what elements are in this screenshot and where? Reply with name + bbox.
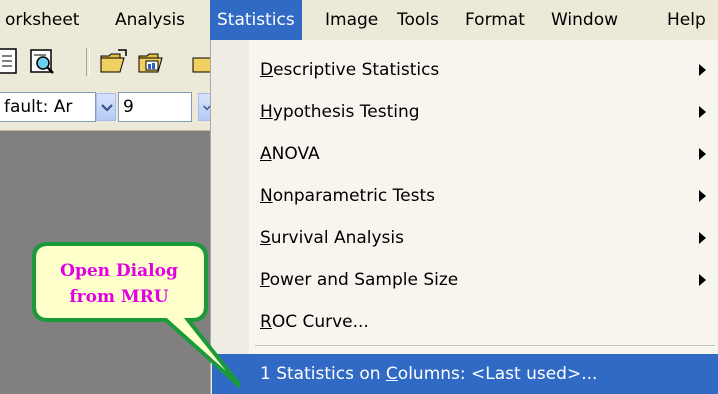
statistics-menu: Descriptive Statistics Hypothesis Testin… [210, 40, 718, 394]
menu-item-survival-analysis[interactable]: Survival Analysis [212, 218, 718, 258]
menu-separator [255, 345, 715, 347]
submenu-arrow-icon [699, 106, 706, 118]
callout-line-1: Open Dialog [60, 261, 178, 281]
menu-item-anova[interactable]: ANOVA [212, 134, 718, 174]
menu-tools[interactable]: Tools [390, 0, 446, 40]
menu-statistics[interactable]: Statistics [210, 0, 302, 40]
open-folder-icon[interactable] [98, 46, 130, 78]
callout-line-2: from MRU [69, 287, 169, 307]
menu-item-roc-curve[interactable]: ROC Curve... [212, 302, 718, 342]
submenu-arrow-icon [699, 190, 706, 202]
submenu-arrow-icon [699, 148, 706, 160]
standard-toolbar [0, 40, 217, 84]
chevron-down-icon[interactable] [96, 93, 116, 121]
font-size-combo[interactable]: 9 [118, 92, 192, 122]
callout-text: Open Dialog from MRU [40, 258, 198, 310]
menu-item-nonparametric-tests[interactable]: Nonparametric Tests [212, 176, 718, 216]
menu-help[interactable]: Help [660, 0, 713, 40]
toolbar-separator [86, 48, 90, 76]
page-icon[interactable] [0, 46, 22, 78]
submenu-arrow-icon [699, 232, 706, 244]
menu-analysis[interactable]: Analysis [108, 0, 192, 40]
menu-image[interactable]: Image [318, 0, 385, 40]
submenu-arrow-icon [699, 274, 706, 286]
menu-item-descriptive-statistics[interactable]: Descriptive Statistics [212, 50, 718, 90]
menu-item-power-sample-size[interactable]: Power and Sample Size [212, 260, 718, 300]
menu-bar: orksheet Analysis Statistics Image Tools… [0, 0, 718, 41]
submenu-arrow-icon [699, 64, 706, 76]
menu-format[interactable]: Format [458, 0, 532, 40]
font-name-combo[interactable]: fault: Ar [0, 92, 96, 122]
menu-item-mru-statistics-on-columns[interactable]: 1 Statistics on Columns: <Last used>... [212, 354, 718, 394]
menu-window[interactable]: Window [544, 0, 625, 40]
format-toolbar: fault: Ar 9 [0, 84, 215, 131]
menu-item-hypothesis-testing[interactable]: Hypothesis Testing [212, 92, 718, 132]
open-template-icon[interactable] [136, 46, 168, 78]
menu-worksheet[interactable]: orksheet [0, 0, 86, 40]
print-preview-icon[interactable] [26, 46, 58, 78]
